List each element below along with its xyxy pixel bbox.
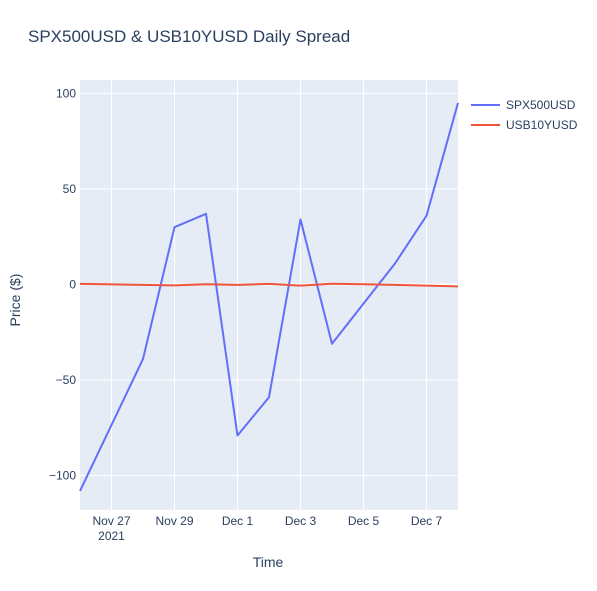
- x-axis-title: Time: [253, 554, 284, 570]
- y-tick-label: −100: [49, 469, 76, 483]
- x-tick-label: Nov 27: [92, 514, 130, 528]
- legend-label: SPX500USD: [506, 98, 576, 112]
- x-tick-year-label: 2021: [98, 529, 125, 543]
- x-tick-label: Nov 29: [155, 514, 193, 528]
- y-tick-label: 100: [56, 86, 76, 100]
- legend: SPX500USD USB10YUSD: [471, 98, 578, 132]
- y-tick-labels: −100 −50 0 50 100: [49, 86, 76, 482]
- y-axis-title: Price ($): [7, 274, 23, 327]
- legend-item-usb10yusd[interactable]: USB10YUSD: [471, 118, 578, 132]
- x-tick-label: Dec 7: [411, 514, 443, 528]
- x-tick-labels: Nov 27 Nov 29 Dec 1 Dec 3 Dec 5 Dec 7 2021: [92, 514, 442, 543]
- y-tick-label: −50: [56, 373, 77, 387]
- x-tick-label: Dec 5: [348, 514, 380, 528]
- plot-background: [80, 80, 458, 510]
- x-tick-label: Dec 1: [222, 514, 254, 528]
- chart: SPX500USD & USB10YUSD Daily Spread −100−…: [7, 27, 578, 570]
- legend-label: USB10YUSD: [506, 118, 578, 132]
- y-tick-label: 50: [63, 182, 77, 196]
- chart-title: SPX500USD & USB10YUSD Daily Spread: [28, 27, 350, 46]
- legend-item-spx500usd[interactable]: SPX500USD: [471, 98, 576, 112]
- y-tick-label: 0: [69, 277, 76, 291]
- x-tick-label: Dec 3: [285, 514, 317, 528]
